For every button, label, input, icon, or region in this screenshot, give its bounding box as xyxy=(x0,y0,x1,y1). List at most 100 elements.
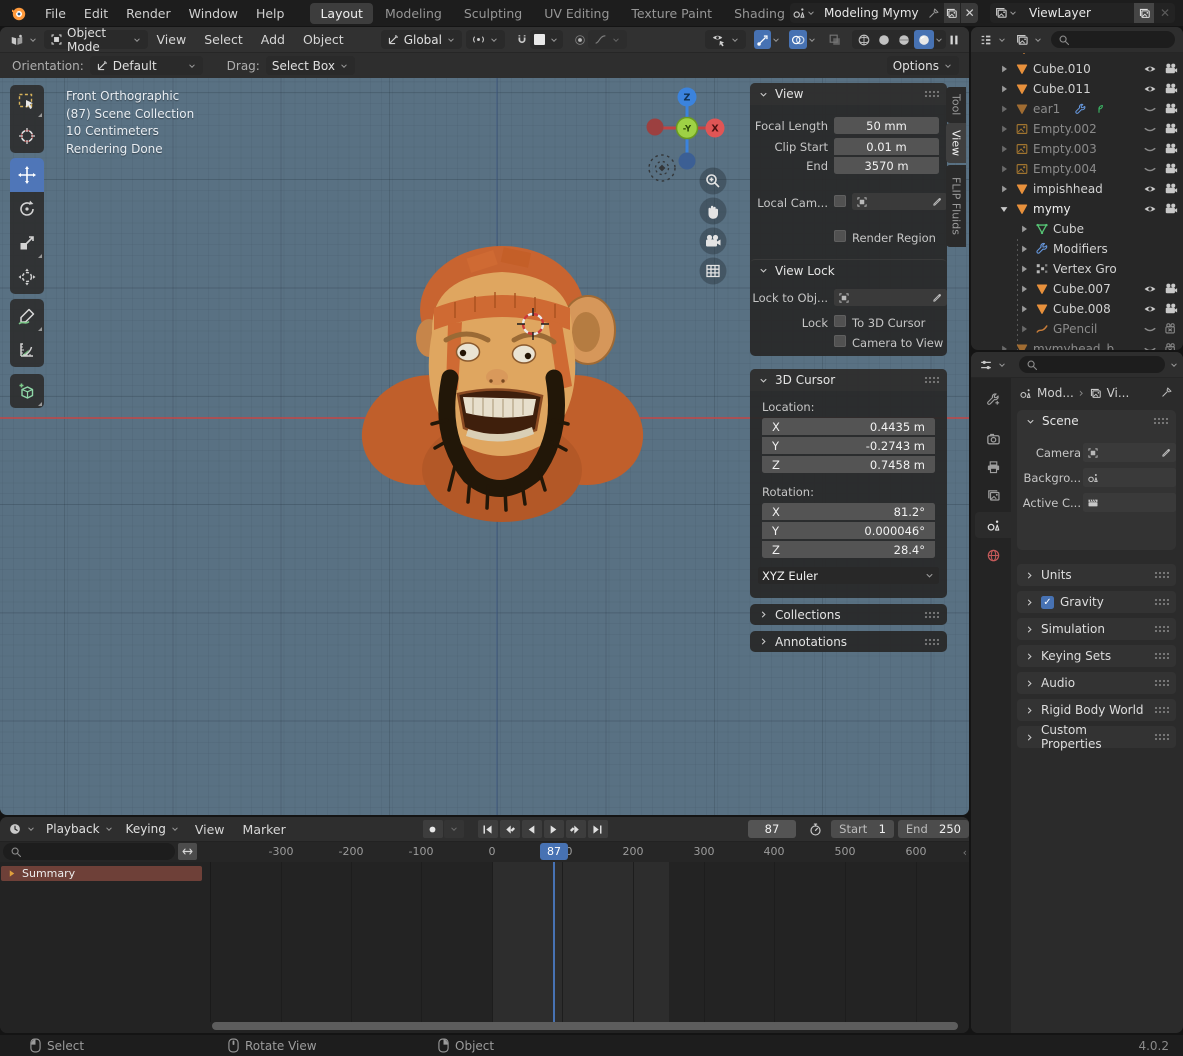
horizontal-scrollbar[interactable] xyxy=(212,1022,958,1030)
outliner-filter-dropdown[interactable] xyxy=(1011,30,1047,49)
current-frame-field[interactable]: 87 xyxy=(748,820,796,838)
rotation-mode-dropdown[interactable]: XYZ Euler xyxy=(758,567,939,584)
expand-icon[interactable] xyxy=(1018,223,1030,235)
shading-solid-button[interactable] xyxy=(874,30,894,49)
tool-measure[interactable] xyxy=(10,333,44,367)
expand-icon[interactable] xyxy=(998,183,1010,195)
keying-set-dropdown[interactable] xyxy=(444,820,464,838)
tool-annotate[interactable] xyxy=(10,299,44,333)
expand-icon[interactable] xyxy=(1018,283,1030,295)
drag-handle[interactable] xyxy=(1154,625,1169,633)
drag-handle[interactable] xyxy=(924,376,939,384)
cursor-rot-y-field[interactable]: Y0.000046° xyxy=(762,522,935,539)
tab-scene-properties[interactable] xyxy=(975,512,1011,538)
gizmos-toggle[interactable] xyxy=(754,30,771,49)
camera-to-view-checkbox[interactable] xyxy=(834,335,846,347)
section-simulation[interactable]: Simulation xyxy=(1017,618,1176,640)
clip-end-field[interactable]: 3570 m xyxy=(834,157,939,174)
stopwatch-icon[interactable] xyxy=(808,822,823,837)
menu-marker[interactable]: Marker xyxy=(234,822,295,837)
workspace-tab-modeling[interactable]: Modeling xyxy=(375,3,452,24)
expand-icon[interactable] xyxy=(1018,323,1030,335)
tool-move[interactable] xyxy=(10,158,44,192)
local-camera-field[interactable] xyxy=(852,193,947,210)
to-3d-cursor-checkbox[interactable] xyxy=(834,315,846,327)
tab-viewlayer-properties[interactable] xyxy=(975,482,1011,508)
menu-render[interactable]: Render xyxy=(117,6,180,21)
snap-toggle[interactable] xyxy=(513,30,530,49)
menu-select[interactable]: Select xyxy=(195,32,252,47)
jump-to-end-button[interactable] xyxy=(588,820,608,838)
disable-render-icon[interactable] xyxy=(1164,182,1178,196)
local-camera-checkbox[interactable] xyxy=(834,195,846,207)
section-custom-properties[interactable]: Custom Properties xyxy=(1017,726,1176,748)
outliner-row[interactable]: Empty.002 xyxy=(971,119,1183,139)
section-rigid-body-world[interactable]: Rigid Body World xyxy=(1017,699,1176,721)
workspace-tab-layout[interactable]: Layout xyxy=(310,3,373,24)
menu-add[interactable]: Add xyxy=(252,32,294,47)
workspace-tab-texture-paint[interactable]: Texture Paint xyxy=(621,3,722,24)
section-units[interactable]: Units xyxy=(1017,564,1176,586)
section-gravity[interactable]: ✓ Gravity xyxy=(1017,591,1176,613)
focal-length-field[interactable]: 50 mm xyxy=(834,117,939,134)
channel-filter-button[interactable] xyxy=(178,843,197,860)
drag-value-dropdown[interactable]: Select Box xyxy=(266,56,355,75)
frame-end-field[interactable]: End250 xyxy=(898,820,969,838)
expand-icon[interactable] xyxy=(998,83,1010,95)
tab-tool-properties[interactable] xyxy=(975,386,1011,412)
hide-viewport-icon[interactable] xyxy=(1143,282,1157,296)
panel-collections[interactable]: Collections xyxy=(750,604,947,625)
cursor-loc-y-field[interactable]: Y-0.2743 m xyxy=(762,437,935,454)
hide-viewport-icon[interactable] xyxy=(1143,302,1157,316)
next-keyframe-button[interactable] xyxy=(566,820,586,838)
menu-help[interactable]: Help xyxy=(247,6,294,21)
hide-viewport-icon[interactable] xyxy=(1143,82,1157,96)
sidebar-tab-tool[interactable]: Tool xyxy=(946,87,966,123)
outliner-row-child[interactable]: Cube.007 xyxy=(971,279,1183,299)
jump-to-start-button[interactable] xyxy=(478,820,498,838)
expand-icon[interactable] xyxy=(998,123,1010,135)
transform-orientation-dropdown[interactable]: Global xyxy=(381,30,462,49)
camera-field[interactable] xyxy=(1083,443,1176,462)
pause-preview-button[interactable] xyxy=(946,30,963,49)
timeline-ruler[interactable]: -300 -200 -100 0 100 200 300 400 500 600… xyxy=(0,841,969,862)
disable-render-icon[interactable] xyxy=(1164,82,1178,96)
properties-editor-type-dropdown[interactable] xyxy=(975,355,1011,374)
menu-file[interactable]: File xyxy=(36,6,75,21)
eyedropper-icon[interactable] xyxy=(1160,447,1172,459)
navigation-gizmo[interactable]: Z X -Y xyxy=(640,82,750,192)
current-frame-badge[interactable]: 87 xyxy=(540,843,568,860)
eyedropper-icon[interactable] xyxy=(931,292,943,304)
playhead[interactable] xyxy=(553,862,555,1022)
disable-render-icon[interactable] xyxy=(1164,322,1178,336)
viewlayer-name[interactable]: ViewLayer xyxy=(1021,6,1133,20)
tab-render-properties[interactable] xyxy=(975,426,1011,452)
mode-dropdown[interactable]: Object Mode xyxy=(44,30,148,49)
hide-viewport-icon[interactable] xyxy=(1143,342,1157,350)
disable-render-icon[interactable] xyxy=(1164,342,1178,350)
auto-keying-button[interactable] xyxy=(423,820,443,838)
drag-handle[interactable] xyxy=(1154,733,1169,741)
clip-start-field[interactable]: 0.01 m xyxy=(834,138,939,155)
tool-cursor[interactable] xyxy=(10,119,44,153)
workspace-tab-shading[interactable]: Shading xyxy=(724,3,795,24)
breadcrumb-layer[interactable]: Vi... xyxy=(1107,386,1130,400)
prev-keyframe-button[interactable] xyxy=(500,820,520,838)
hide-viewport-icon[interactable] xyxy=(1143,142,1157,156)
section-keying-sets[interactable]: Keying Sets xyxy=(1017,645,1176,667)
drag-handle[interactable] xyxy=(924,611,939,619)
timeline-content[interactable]: Summary xyxy=(0,862,969,1033)
drag-handle[interactable] xyxy=(1154,679,1169,687)
proportional-edit-toggle[interactable] xyxy=(571,30,588,49)
viewlayer-browse-dropdown[interactable] xyxy=(991,3,1021,23)
outliner-search-input[interactable] xyxy=(1051,31,1175,48)
scene-name[interactable]: Modeling Mymy xyxy=(816,6,927,20)
gravity-checkbox[interactable]: ✓ xyxy=(1041,596,1054,609)
editor-type-dropdown[interactable] xyxy=(4,30,44,49)
outliner-display-mode-dropdown[interactable] xyxy=(975,30,1011,49)
proportional-falloff-dropdown[interactable] xyxy=(588,30,627,49)
snap-target-dropdown[interactable] xyxy=(530,30,563,49)
disable-render-icon[interactable] xyxy=(1164,282,1178,296)
tab-world-properties[interactable] xyxy=(975,542,1011,568)
drag-handle[interactable] xyxy=(1154,598,1169,606)
